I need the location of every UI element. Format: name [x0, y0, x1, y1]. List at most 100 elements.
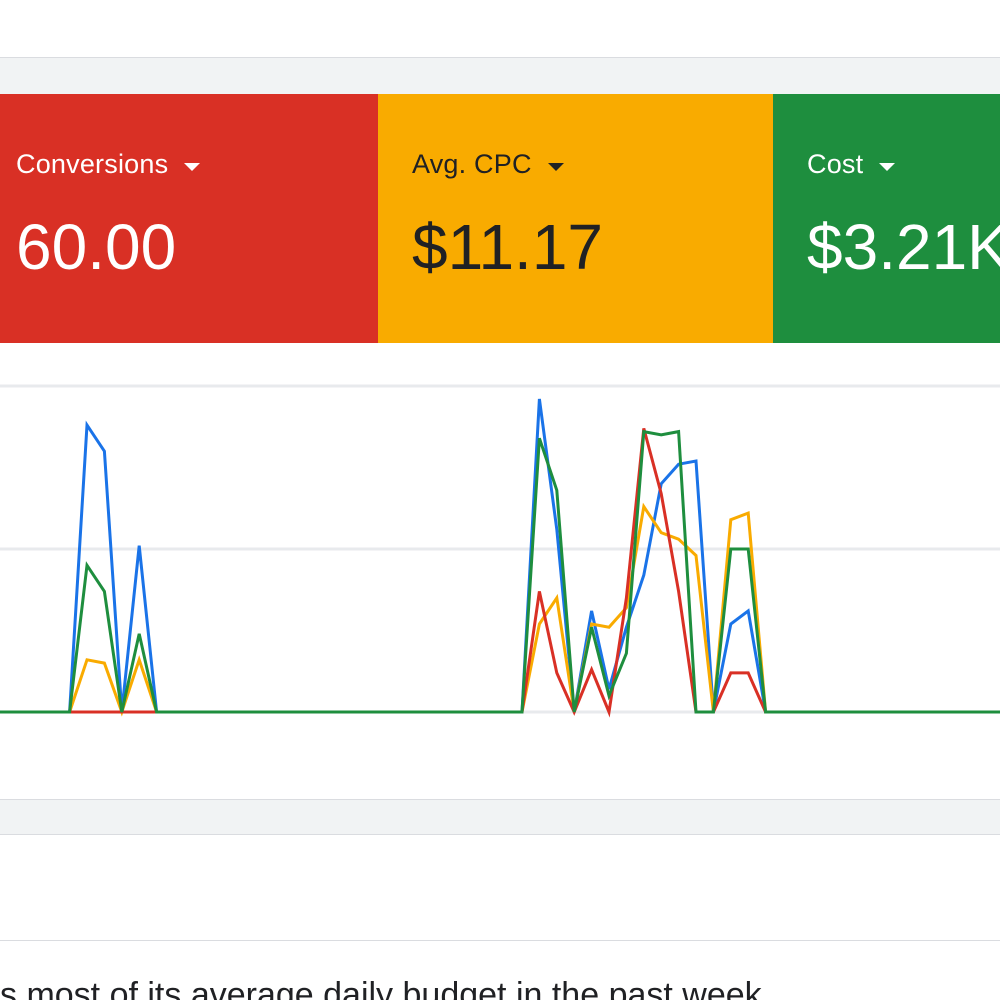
data-point[interactable]	[640, 571, 648, 579]
data-point[interactable]	[779, 708, 787, 716]
data-point[interactable]	[640, 503, 648, 511]
metric-selector-conversions[interactable]: Conversions	[16, 149, 201, 180]
caret-down-icon[interactable]	[547, 162, 564, 171]
data-point[interactable]	[0, 708, 4, 716]
data-point[interactable]	[100, 708, 108, 716]
data-point[interactable]	[100, 659, 108, 667]
data-point[interactable]	[83, 421, 91, 429]
data-point[interactable]	[727, 545, 735, 553]
data-point[interactable]	[553, 525, 561, 533]
data-point[interactable]	[466, 708, 474, 716]
caret-down-icon[interactable]	[184, 162, 201, 171]
data-point[interactable]	[622, 594, 630, 602]
data-point[interactable]	[675, 460, 683, 468]
data-point[interactable]	[118, 708, 126, 716]
data-point[interactable]	[361, 708, 369, 716]
data-point[interactable]	[883, 708, 891, 716]
data-point[interactable]	[379, 708, 387, 716]
metric-card-avg-cpc[interactable]: Avg. CPC $11.17	[378, 94, 773, 343]
data-point[interactable]	[535, 620, 543, 628]
data-point[interactable]	[727, 620, 735, 628]
data-point[interactable]	[396, 708, 404, 716]
data-point[interactable]	[849, 708, 857, 716]
data-point[interactable]	[657, 480, 665, 488]
data-point[interactable]	[274, 708, 282, 716]
data-point[interactable]	[622, 649, 630, 657]
data-point[interactable]	[588, 623, 596, 631]
data-point[interactable]	[675, 587, 683, 595]
metric-selector-cost[interactable]: Cost	[807, 149, 896, 180]
data-point[interactable]	[814, 708, 822, 716]
data-point[interactable]	[240, 708, 248, 716]
metric-card-conversions[interactable]: Conversions 60.00	[0, 94, 378, 343]
data-point[interactable]	[640, 428, 648, 436]
data-point[interactable]	[135, 542, 143, 550]
data-point[interactable]	[953, 708, 961, 716]
metric-selector-avg-cpc[interactable]: Avg. CPC	[412, 149, 564, 180]
data-point[interactable]	[675, 428, 683, 436]
data-point[interactable]	[657, 431, 665, 439]
data-point[interactable]	[936, 708, 944, 716]
data-point[interactable]	[100, 447, 108, 455]
data-point[interactable]	[483, 708, 491, 716]
data-point[interactable]	[866, 708, 874, 716]
data-point[interactable]	[257, 708, 265, 716]
data-point[interactable]	[570, 708, 578, 716]
data-point[interactable]	[222, 708, 230, 716]
data-point[interactable]	[744, 607, 752, 615]
data-point[interactable]	[83, 561, 91, 569]
caret-down-icon[interactable]	[879, 162, 896, 171]
data-point[interactable]	[744, 669, 752, 677]
data-point[interactable]	[970, 708, 978, 716]
data-point[interactable]	[553, 594, 561, 602]
data-point[interactable]	[918, 708, 926, 716]
data-point[interactable]	[657, 529, 665, 537]
data-point[interactable]	[535, 434, 543, 442]
data-point[interactable]	[727, 669, 735, 677]
data-point[interactable]	[100, 587, 108, 595]
data-point[interactable]	[344, 708, 352, 716]
data-point[interactable]	[292, 708, 300, 716]
data-point[interactable]	[153, 708, 161, 716]
data-point[interactable]	[13, 708, 21, 716]
data-point[interactable]	[535, 587, 543, 595]
data-point[interactable]	[622, 604, 630, 612]
data-point[interactable]	[309, 708, 317, 716]
data-point[interactable]	[588, 607, 596, 615]
data-point[interactable]	[31, 708, 39, 716]
data-point[interactable]	[135, 708, 143, 716]
data-point[interactable]	[709, 708, 717, 716]
data-point[interactable]	[675, 535, 683, 543]
data-point[interactable]	[414, 708, 422, 716]
data-point[interactable]	[605, 623, 613, 631]
data-point[interactable]	[83, 656, 91, 664]
data-point[interactable]	[901, 708, 909, 716]
data-point[interactable]	[622, 623, 630, 631]
data-point[interactable]	[762, 708, 770, 716]
data-point[interactable]	[205, 708, 213, 716]
data-point[interactable]	[744, 509, 752, 517]
data-point[interactable]	[744, 545, 752, 553]
data-point[interactable]	[135, 656, 143, 664]
data-point[interactable]	[66, 708, 74, 716]
data-point[interactable]	[431, 708, 439, 716]
data-point[interactable]	[657, 490, 665, 498]
data-point[interactable]	[327, 708, 335, 716]
data-point[interactable]	[796, 708, 804, 716]
data-point[interactable]	[535, 395, 543, 403]
data-point[interactable]	[831, 708, 839, 716]
data-point[interactable]	[588, 666, 596, 674]
data-point[interactable]	[988, 708, 996, 716]
data-point[interactable]	[448, 708, 456, 716]
data-point[interactable]	[518, 708, 526, 716]
data-point[interactable]	[553, 486, 561, 494]
data-point[interactable]	[553, 669, 561, 677]
data-point[interactable]	[135, 630, 143, 638]
data-point[interactable]	[501, 708, 509, 716]
data-point[interactable]	[170, 708, 178, 716]
data-point[interactable]	[692, 552, 700, 560]
data-point[interactable]	[692, 457, 700, 465]
data-point[interactable]	[48, 708, 56, 716]
metric-card-cost[interactable]: Cost $3.21K	[773, 94, 1000, 343]
data-point[interactable]	[605, 708, 613, 716]
